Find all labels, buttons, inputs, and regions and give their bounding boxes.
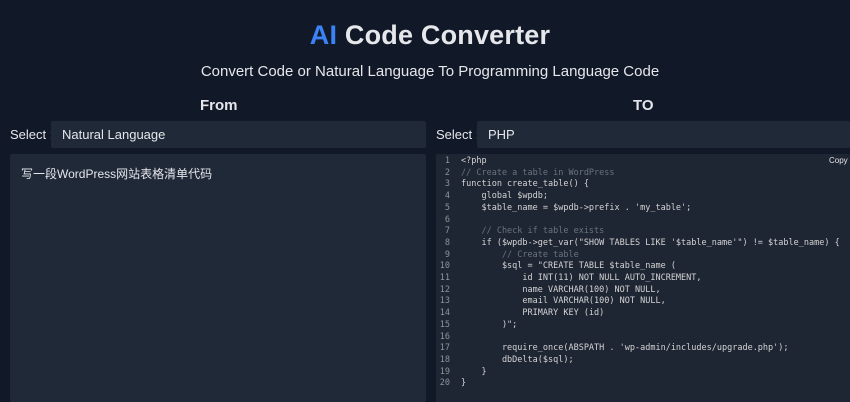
line-number: 9 [444, 249, 450, 260]
line-number: 13 [439, 296, 450, 307]
code-line: 12 name VARCHAR(100) NOT NULL, [436, 285, 840, 297]
code-text: // Check if table exists [461, 226, 605, 237]
page-subtitle: Convert Code or Natural Language To Prog… [200, 63, 660, 80]
from-select-label: Select : [10, 127, 54, 142]
code-text: id INT(11) NOT NULL AUTO_INCREMENT, [461, 273, 702, 284]
code-line: 1 <?php [436, 156, 840, 168]
line-number: 7 [444, 226, 450, 237]
code-line: 2 // Create a table in WordPress [436, 168, 840, 180]
code-text: <?php [461, 156, 487, 166]
line-number: 11 [439, 273, 450, 284]
line-number: 19 [439, 366, 450, 377]
to-language-select[interactable]: PHP [477, 121, 850, 148]
code-line: 20} [436, 378, 840, 390]
line-number: 10 [439, 261, 450, 272]
line-number: 15 [439, 319, 450, 330]
code-line: 14 PRIMARY KEY (id) [436, 308, 840, 320]
title-rest: Code Converter [344, 20, 551, 50]
code-lines: 1 <?php 2 // Create a table in WordPress 3 fu… [436, 156, 840, 390]
line-number: 18 [439, 354, 450, 365]
line-number: 3 [444, 179, 450, 190]
code-text: $sql = "CREATE TABLE $table_name ( [461, 261, 676, 272]
code-text: name VARCHAR(100) NOT NULL, [461, 284, 661, 295]
title-ai: AI [309, 20, 338, 50]
code-line: 15 )"; [436, 320, 840, 332]
line-number: 12 [439, 284, 450, 295]
to-select-label: Select : [436, 127, 480, 142]
code-text: } [461, 378, 467, 389]
code-text: require_once(ABSPATH . 'wp-admin/include… [461, 343, 789, 354]
code-line: 5 $table_name = $wpdb->prefix . 'my_tabl… [436, 203, 840, 215]
to-heading: TO [633, 97, 654, 114]
code-line: 4 global $wpdb; [436, 191, 840, 203]
from-heading: From [200, 97, 238, 114]
code-line: 16 [436, 332, 840, 344]
from-language-select[interactable]: Natural Language [51, 121, 426, 148]
source-input[interactable]: 写一段WordPress网站表格清单代码 [10, 154, 426, 402]
page-title: AI Code Converter [0, 20, 850, 51]
code-text: function create_table() { [461, 179, 589, 190]
code-text: email VARCHAR(100) NOT NULL, [461, 296, 666, 307]
code-line: 13 email VARCHAR(100) NOT NULL, [436, 296, 840, 308]
code-text: } [461, 366, 487, 377]
code-line: 11 id INT(11) NOT NULL AUTO_INCREMENT, [436, 273, 840, 285]
code-line: 18 dbDelta($sql); [436, 355, 840, 367]
code-line: 17 require_once(ABSPATH . 'wp-admin/incl… [436, 343, 840, 355]
line-number: 1 [444, 156, 450, 166]
page: AI Code Converter Convert Code or Natura… [0, 0, 850, 402]
code-line: 3 function create_table() { [436, 179, 840, 191]
line-number: 5 [444, 202, 450, 213]
code-text: )"; [461, 319, 518, 330]
code-text: // Create table [461, 249, 579, 260]
line-number: 14 [439, 308, 450, 319]
code-line: 8 if ($wpdb->get_var("SHOW TABLES LIKE '… [436, 238, 840, 250]
line-number: 20 [439, 378, 450, 389]
line-number: 4 [444, 191, 450, 202]
code-output[interactable]: 1 <?php 2 // Create a table in WordPress 3 fu… [436, 154, 850, 402]
code-text: // Create a table in WordPress [461, 167, 615, 178]
code-text: $table_name = $wpdb->prefix . 'my_table'… [461, 202, 692, 213]
code-line: 19 } [436, 367, 840, 379]
line-number: 16 [439, 331, 450, 342]
line-number: 2 [444, 167, 450, 178]
code-text: global $wpdb; [461, 191, 548, 202]
line-number: 17 [439, 343, 450, 354]
line-number: 8 [444, 237, 450, 248]
code-text: PRIMARY KEY (id) [461, 308, 605, 319]
code-text: if ($wpdb->get_var("SHOW TABLES LIKE '$t… [461, 237, 840, 248]
copy-button[interactable]: Copy [829, 156, 848, 165]
line-number: 6 [444, 214, 450, 225]
code-line: 10 $sql = "CREATE TABLE $table_name ( [436, 261, 840, 273]
code-line: 7 // Check if table exists [436, 226, 840, 238]
code-text: dbDelta($sql); [461, 354, 574, 365]
code-line: 6 [436, 215, 840, 227]
code-line: 9 // Create table [436, 250, 840, 262]
